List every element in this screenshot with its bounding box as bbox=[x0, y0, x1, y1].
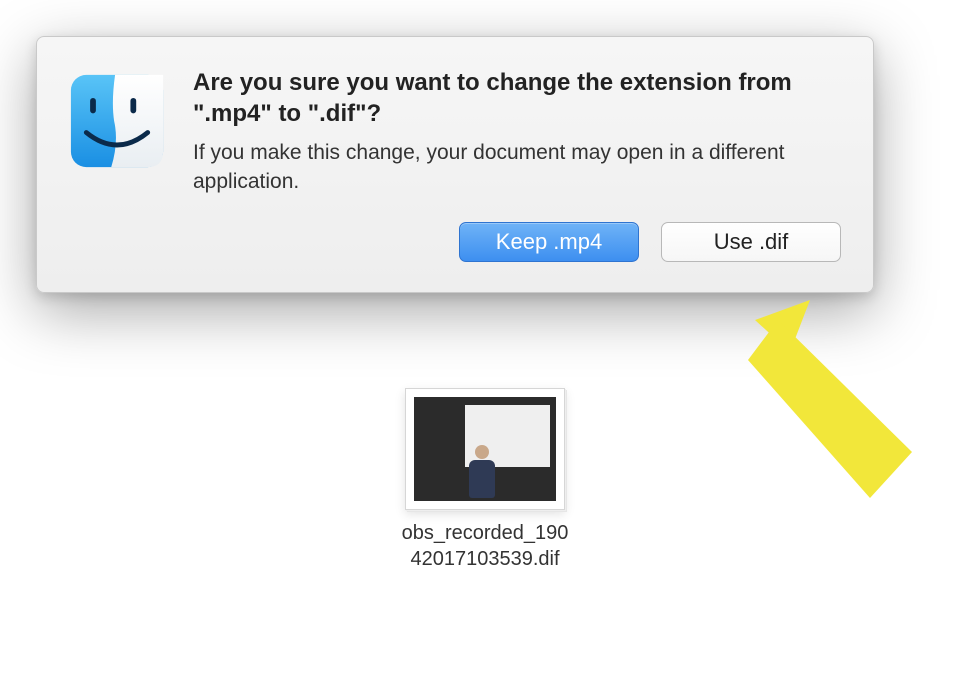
file-name-label: obs_recorded_190 42017103539.dif bbox=[385, 520, 585, 572]
dialog-text-area: Are you sure you want to change the exte… bbox=[193, 67, 841, 262]
annotation-arrow bbox=[700, 290, 930, 525]
finder-icon bbox=[69, 73, 165, 169]
extension-change-dialog: Are you sure you want to change the exte… bbox=[36, 36, 874, 293]
file-name-line1: obs_recorded_190 bbox=[402, 522, 569, 544]
file-name-line2: 42017103539.dif bbox=[410, 548, 559, 570]
keep-extension-button[interactable]: Keep .mp4 bbox=[459, 222, 639, 262]
dialog-message: If you make this change, your document m… bbox=[193, 139, 841, 196]
file-item[interactable]: obs_recorded_190 42017103539.dif bbox=[385, 388, 585, 572]
use-new-extension-button[interactable]: Use .dif bbox=[661, 222, 841, 262]
file-thumbnail bbox=[405, 388, 565, 510]
dialog-button-row: Keep .mp4 Use .dif bbox=[193, 222, 841, 262]
dialog-body: Are you sure you want to change the exte… bbox=[69, 67, 841, 262]
dialog-title: Are you sure you want to change the exte… bbox=[193, 67, 841, 129]
